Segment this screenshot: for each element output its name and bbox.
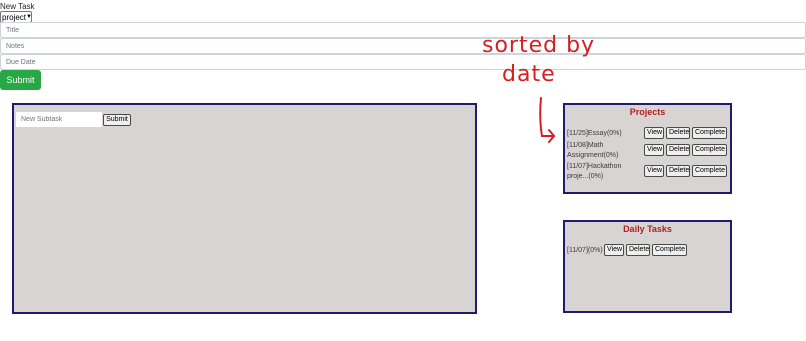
projects-panel: Projects [11/25]Essay(0%) View Delete Co… [563, 103, 732, 194]
new-task-heading: New Task [0, 2, 35, 11]
daily-task-label: [11/07](0%) [567, 247, 603, 254]
delete-button[interactable]: Delete [626, 244, 650, 256]
annotation-sorted-by: sorted by [482, 33, 596, 58]
project-label: [11/08]Math Assignment(0%) [567, 142, 619, 159]
view-button[interactable]: View [644, 127, 664, 139]
submit-task-button[interactable]: Submit [0, 70, 41, 90]
view-button[interactable]: View [604, 244, 624, 256]
subtask-panel: Submit [12, 103, 477, 314]
view-button[interactable]: View [644, 144, 664, 156]
project-label: [11/07]Hackathon proje...(0%) [567, 163, 622, 180]
notes-input[interactable] [0, 38, 806, 54]
projects-title: Projects [629, 107, 666, 117]
project-label: [11/25]Essay(0%) [567, 130, 622, 137]
complete-button[interactable]: Complete [652, 244, 687, 256]
annotation-arrow-icon [539, 97, 555, 143]
annotation-date: date [502, 62, 556, 87]
daily-tasks-panel: Daily Tasks [11/07](0%) View Delete Comp… [563, 220, 732, 313]
delete-button[interactable]: Delete [666, 144, 690, 156]
delete-button[interactable]: Delete [666, 127, 690, 139]
submit-subtask-button[interactable]: Submit [103, 114, 131, 126]
due-date-input[interactable] [0, 54, 806, 70]
task-type-selected-value: project [2, 12, 27, 22]
daily-tasks-title: Daily Tasks [623, 224, 672, 234]
title-input[interactable] [0, 22, 806, 38]
complete-button[interactable]: Complete [692, 165, 727, 177]
complete-button[interactable]: Complete [692, 127, 727, 139]
delete-button[interactable]: Delete [666, 165, 690, 177]
chevron-down-icon: ▼ [26, 14, 32, 20]
new-subtask-input[interactable] [16, 112, 102, 127]
complete-button[interactable]: Complete [692, 144, 727, 156]
view-button[interactable]: View [644, 165, 664, 177]
